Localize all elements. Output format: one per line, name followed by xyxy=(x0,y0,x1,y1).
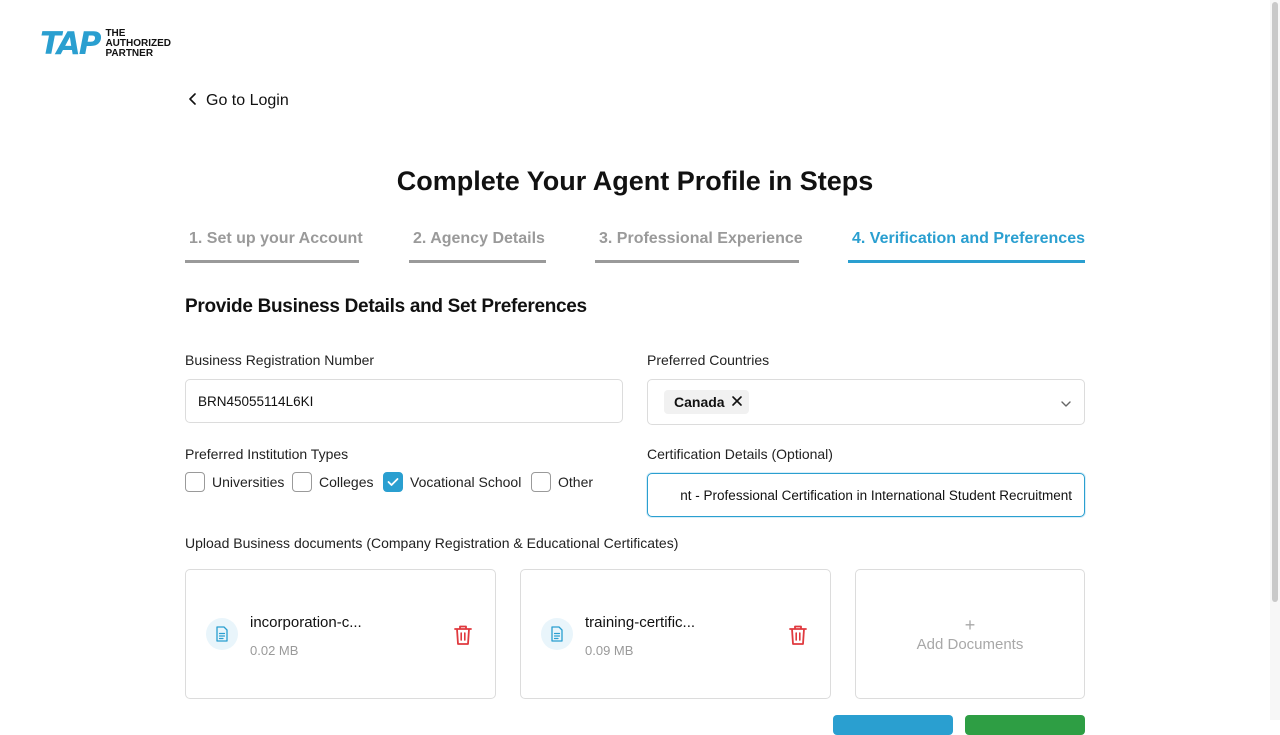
certification-input[interactable]: nt - Professional Certification in Inter… xyxy=(647,473,1085,517)
country-chip-label: Canada xyxy=(674,394,725,410)
checkbox-box[interactable] xyxy=(292,472,312,492)
certification-label: Certification Details (Optional) xyxy=(647,446,833,462)
trash-icon[interactable] xyxy=(788,624,808,646)
institution-types-label: Preferred Institution Types xyxy=(185,446,349,462)
go-to-login-link[interactable]: Go to Login xyxy=(188,92,289,110)
check-icon xyxy=(387,478,399,486)
page-title: Complete Your Agent Profile in Steps xyxy=(396,166,874,196)
plus-icon: + xyxy=(964,614,976,635)
checkbox-label: Vocational School xyxy=(410,474,522,490)
file-name: training-certific... xyxy=(585,614,696,631)
add-documents-label: Add Documents xyxy=(916,635,1024,653)
checkbox-colleges[interactable]: Colleges xyxy=(292,472,373,492)
chevron-down-icon[interactable] xyxy=(1060,397,1072,412)
submit-button[interactable] xyxy=(965,715,1085,735)
checkbox-label: Other xyxy=(558,474,594,490)
add-documents-button[interactable]: + Add Documents xyxy=(855,569,1085,699)
brand-logo: TAP THE AUTHORIZED PARTNER xyxy=(40,28,171,60)
preferred-countries-label: Preferred Countries xyxy=(647,352,770,368)
checkbox-vocational-school[interactable]: Vocational School xyxy=(383,472,521,492)
file-size: 0.02 MB xyxy=(250,643,299,658)
checkbox-label: Colleges xyxy=(319,474,374,490)
trash-icon[interactable] xyxy=(453,624,473,646)
brn-input[interactable]: BRN45055114L6KI xyxy=(185,379,623,423)
checkbox-label: Universities xyxy=(212,474,285,490)
chevron-left-icon xyxy=(188,92,198,110)
section-title: Provide Business Details and Set Prefere… xyxy=(185,296,587,317)
checkbox-box[interactable] xyxy=(383,472,403,492)
tab-verification-preferences[interactable]: 4. Verification and Preferences xyxy=(848,230,1085,263)
brn-value: BRN45055114L6KI xyxy=(198,393,314,409)
tab-agency-details[interactable]: 2. Agency Details xyxy=(409,230,546,263)
logo-mark: TAP xyxy=(40,26,101,62)
file-size: 0.09 MB xyxy=(585,643,634,658)
document-icon xyxy=(541,618,573,650)
logo-wordmark: THE AUTHORIZED PARTNER xyxy=(105,28,172,59)
back-button[interactable] xyxy=(833,715,953,735)
uploaded-file-card: training-certific... 0.09 MB xyxy=(520,569,831,699)
checkbox-other[interactable]: Other xyxy=(531,472,593,492)
document-icon xyxy=(206,618,238,650)
tab-professional-experience[interactable]: 3. Professional Experience xyxy=(595,230,803,263)
brn-label: Business Registration Number xyxy=(185,352,375,368)
close-icon[interactable] xyxy=(731,394,743,410)
country-chip: Canada xyxy=(664,390,749,414)
go-to-login-label: Go to Login xyxy=(206,92,289,109)
uploaded-file-card: incorporation-c... 0.02 MB xyxy=(185,569,496,699)
preferred-countries-select[interactable]: Canada xyxy=(647,379,1085,425)
checkbox-box[interactable] xyxy=(185,472,205,492)
certification-value: nt - Professional Certification in Inter… xyxy=(680,487,1072,503)
checkbox-box[interactable] xyxy=(531,472,551,492)
page-scrollbar[interactable] xyxy=(1270,0,1280,720)
upload-label: Upload Business documents (Company Regis… xyxy=(185,535,679,551)
checkbox-universities[interactable]: Universities xyxy=(185,472,284,492)
file-name: incorporation-c... xyxy=(250,614,362,631)
tab-set-up-account[interactable]: 1. Set up your Account xyxy=(185,230,363,263)
scrollbar-thumb[interactable] xyxy=(1272,2,1278,602)
